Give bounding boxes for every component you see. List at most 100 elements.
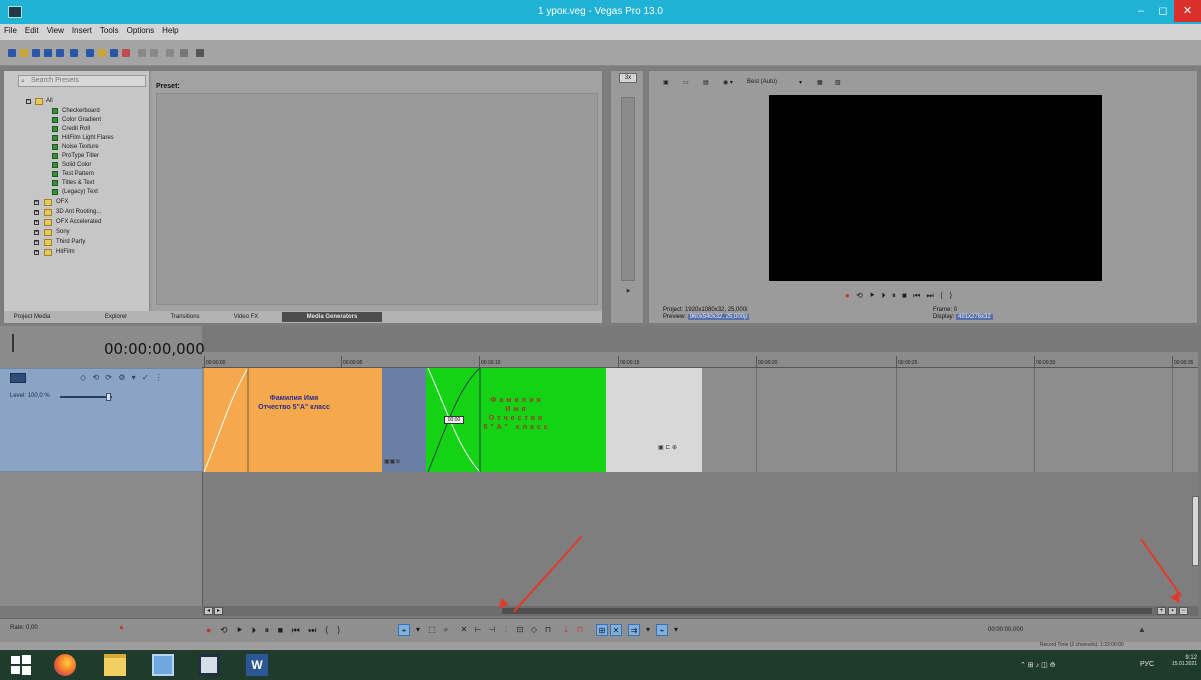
trim-end-icon[interactable]: ⊣ <box>486 624 498 636</box>
tree-item-3d[interactable]: 3D Ant Rooting... <box>56 209 101 215</box>
zoom-tool-icon[interactable]: ⌕ <box>440 624 452 636</box>
tree-item-checkerboard[interactable]: Checkerboard <box>62 108 100 114</box>
zoom-out-button[interactable]: − <box>1179 607 1188 615</box>
help-icon[interactable] <box>196 49 204 57</box>
menu-insert[interactable]: Insert <box>68 24 96 35</box>
scroll-left-button[interactable]: ◂ <box>204 607 213 615</box>
tree-item-ofx-accelerated[interactable]: OFX Accelerated <box>56 219 101 225</box>
close-button[interactable]: ✕ <box>1174 0 1201 22</box>
video-clip-title-green[interactable]: 00:00 Фамилия Имя Отчество 5"А" класс <box>426 368 606 472</box>
tab-explorer[interactable]: Explorer <box>96 312 136 322</box>
expand-toggle-icon[interactable]: + <box>34 200 39 205</box>
preview-settings-icon[interactable]: ▣ <box>663 79 669 89</box>
input-language[interactable]: РУС <box>1140 661 1154 668</box>
clip-fx-icon[interactable]: ▣ ⊏ ⊕ <box>658 444 677 451</box>
undo-icon[interactable] <box>138 49 146 57</box>
auto-ripple-icon[interactable]: ⇉ <box>628 624 640 636</box>
tree-item-all[interactable]: All <box>46 98 53 104</box>
tab-transitions[interactable]: Transitions <box>160 312 210 322</box>
timeline-splitter[interactable] <box>12 334 14 352</box>
fade-in-curve[interactable] <box>204 368 250 472</box>
scroll-right-button[interactable]: ▸ <box>214 607 223 615</box>
menu-edit[interactable]: Edit <box>21 24 43 35</box>
auto-crossfade-icon[interactable]: ✕ <box>610 624 622 636</box>
record-drive-icon[interactable]: ▲ <box>1138 625 1146 634</box>
insert-marker-icon[interactable]: ⇣ <box>560 624 572 636</box>
zoom-in-button[interactable]: + <box>1157 607 1166 615</box>
ripple-dropdown-icon[interactable]: ▾ <box>642 624 654 636</box>
trimmer-dropdown[interactable]: 3x <box>619 73 637 83</box>
maximize-button[interactable]: ◻ <box>1152 0 1174 22</box>
expand-toggle-icon[interactable]: + <box>34 240 39 245</box>
preview-transport[interactable]: ● ⟲ ⯈ ⏵ ⏸ ■ ⏮ ⏭ ⟨ ⟩ <box>845 291 954 301</box>
video-track-header[interactable]: ◇ ⟲ ⟳ ⚙ ▾ ✓ ⋮ Level: 100,0 % <box>0 368 202 472</box>
tree-item-hitfilm[interactable]: HitFilm <box>56 249 75 255</box>
cursor-time-readout[interactable]: 00:00:00,000 <box>988 627 1023 633</box>
preset-list[interactable] <box>156 93 598 305</box>
overlays-icon[interactable]: ◉ ▾ <box>723 79 733 89</box>
search-presets-input[interactable]: ⌕ Search Presets <box>18 75 146 87</box>
tree-item-titles-text[interactable]: Titles & Text <box>62 180 94 186</box>
timeline-horizontal-scrollbar[interactable]: ◂ ▸ + ▪ − <box>202 606 1198 616</box>
save-as-icon[interactable] <box>44 49 52 57</box>
split-icon[interactable]: ⫶ <box>500 624 512 636</box>
tree-item-test-pattern[interactable]: Test Pattern <box>62 171 94 177</box>
clip-fx-icon[interactable]: ▣▣⊕ <box>384 458 400 465</box>
tree-item-solid-color[interactable]: Solid Color <box>62 162 91 168</box>
track-level-slider[interactable] <box>60 396 112 398</box>
photos-icon[interactable] <box>152 654 174 676</box>
split-screen-icon[interactable]: ▤ <box>703 79 709 89</box>
tree-item-protype-titler[interactable]: ProType Titler <box>62 153 99 159</box>
lock-icon[interactable]: ⊡ <box>514 624 526 636</box>
slider-knob[interactable] <box>106 393 111 401</box>
ignore-grouping-icon[interactable]: ▾ <box>670 624 682 636</box>
expand-toggle-icon[interactable]: + <box>34 250 39 255</box>
trim-start-icon[interactable]: ⊢ <box>472 624 484 636</box>
snap-icon[interactable] <box>180 49 188 57</box>
new-project-icon[interactable] <box>8 49 16 57</box>
video-clip-title-orange[interactable]: Фамилия Имя Отчество 5"А" класс <box>204 368 382 472</box>
copy-snapshot-icon[interactable]: ▦ <box>817 79 823 89</box>
scrollbar-thumb[interactable] <box>502 608 1152 614</box>
tab-project-media[interactable]: Project Media <box>8 312 56 322</box>
empty-track-area[interactable] <box>202 472 1198 606</box>
minimize-button[interactable]: – <box>1130 0 1152 22</box>
playback-rate[interactable]: Rate: 0,00 <box>10 625 38 631</box>
video-clip-blue[interactable]: ▣▣⊕ <box>382 368 426 472</box>
marker-icon[interactable]: ◇ <box>528 624 540 636</box>
lock-envelopes-icon[interactable]: ⌁ <box>656 624 668 636</box>
quality-chevron-icon[interactable]: ▾ <box>799 79 802 89</box>
save-icon[interactable] <box>32 49 40 57</box>
tree-item-credit-roll[interactable]: Credit Roll <box>62 126 90 132</box>
windows-start-icon[interactable] <box>10 654 32 676</box>
delete-tool-icon[interactable]: ✕ <box>458 624 470 636</box>
tree-item-third-party[interactable]: Third Party <box>56 239 85 245</box>
rate-slider-icon[interactable]: ▲ <box>118 624 125 631</box>
external-monitor-icon[interactable]: ▭ <box>683 79 689 89</box>
selection-tool-icon[interactable]: ⬚ <box>426 624 438 636</box>
track-controls[interactable]: ◇ ⟲ ⟳ ⚙ ▾ ✓ ⋮ <box>80 373 165 382</box>
preview-screen[interactable] <box>769 95 1102 281</box>
transport-controls[interactable]: ● ⟲ ⯈ ⏵ ⏸ ■ ⏮ ⏭ ⟨ ⟩ <box>206 625 343 636</box>
file-explorer-icon[interactable] <box>104 654 126 676</box>
expand-toggle-icon[interactable]: - <box>26 99 31 104</box>
paste-icon[interactable] <box>110 49 118 57</box>
normal-edit-tool-icon[interactable]: ⌖ <box>398 624 410 636</box>
region-icon[interactable]: ⊓ <box>542 624 554 636</box>
time-ruler[interactable]: 00:00:00 00:00:05 00:00:10 00:00:15 00:0… <box>202 352 1198 368</box>
menu-options[interactable]: Options <box>123 24 159 35</box>
tree-item-noise-texture[interactable]: Noise Texture <box>62 144 99 150</box>
snap-enable-icon[interactable]: ⊞ <box>596 624 608 636</box>
copy-icon[interactable] <box>98 49 106 57</box>
menu-help[interactable]: Help <box>158 24 182 35</box>
menu-view[interactable]: View <box>43 24 68 35</box>
tab-media-generators[interactable]: Media Generators <box>282 312 382 322</box>
tab-video-fx[interactable]: Video FX <box>226 312 266 322</box>
timeline-vertical-scrollbar[interactable] <box>1192 496 1199 566</box>
insert-region-icon[interactable]: ⊓ <box>574 624 586 636</box>
tree-item-ofx[interactable]: OFX <box>56 199 68 205</box>
play-arrow-icon[interactable]: ⯈ <box>625 287 631 297</box>
tray-icons[interactable]: ⌃ ⊞ ♪ ◫ ⟰ <box>1020 661 1056 669</box>
word-icon[interactable]: W <box>246 654 268 676</box>
envelope-tool-icon[interactable]: ▾ <box>412 624 424 636</box>
